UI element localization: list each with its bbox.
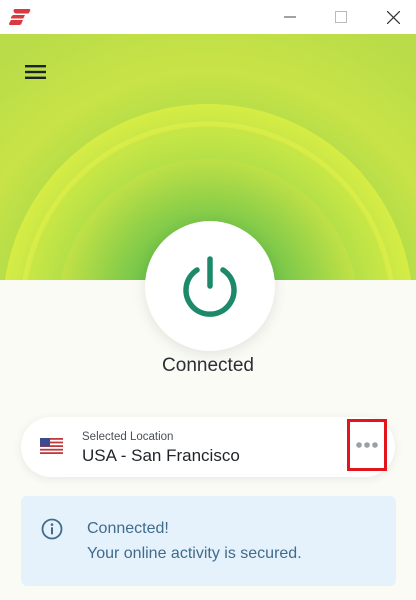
menu-button[interactable] <box>23 62 49 82</box>
notice-title: Connected! <box>87 520 169 537</box>
location-more-options-button[interactable] <box>347 419 387 471</box>
connection-status: Connected <box>162 355 254 376</box>
maximize-icon <box>335 11 347 23</box>
expressvpn-logo-icon <box>9 9 31 25</box>
notice-message: Your online activity is secured. <box>87 545 302 562</box>
close-icon <box>386 10 400 24</box>
more-options-icon <box>356 442 378 448</box>
title-bar <box>0 0 416 34</box>
power-icon <box>183 256 237 317</box>
connection-notice: Connected! Your online activity is secur… <box>21 496 396 586</box>
selected-location-card[interactable]: Selected Location USA - San Francisco <box>21 417 395 477</box>
hamburger-menu-icon <box>25 65 46 79</box>
us-flag-icon <box>40 438 63 454</box>
selected-location-label: Selected Location <box>82 431 174 443</box>
minimize-icon <box>284 16 296 18</box>
power-button[interactable] <box>145 221 275 351</box>
maximize-button[interactable] <box>318 0 364 34</box>
selected-location-value: USA - San Francisco <box>82 446 240 465</box>
minimize-button[interactable] <box>267 0 313 34</box>
close-button[interactable] <box>370 0 416 34</box>
info-icon <box>41 518 63 540</box>
